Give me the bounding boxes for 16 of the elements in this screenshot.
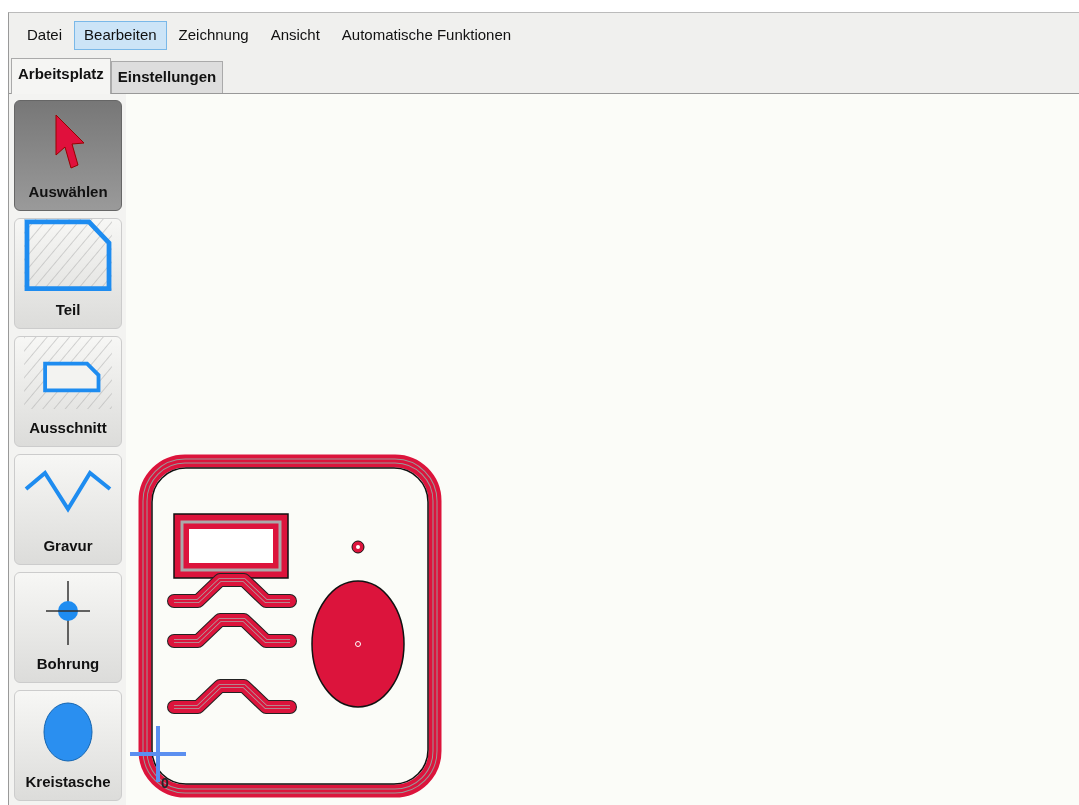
menu-item[interactable]: Datei (17, 21, 73, 50)
tab[interactable]: Einstellungen (110, 61, 224, 93)
menu-item[interactable]: Bearbeiten (74, 21, 167, 50)
menu-item[interactable]: Automatische Funktionen (331, 21, 522, 50)
tab[interactable]: Arbeitsplatz (11, 58, 111, 94)
menu-item[interactable]: Zeichnung (168, 21, 259, 50)
tool-button[interactable]: Kreistasche (14, 689, 122, 801)
tool-button[interactable]: Bohrung (14, 571, 122, 683)
part-outline-icon (22, 218, 114, 291)
crosshair-circle-icon (46, 581, 90, 645)
menu-item[interactable]: Ansicht (260, 21, 330, 50)
tool-button[interactable]: Gravur (14, 453, 122, 565)
tool-button[interactable]: Auswählen (14, 99, 122, 211)
tool-button[interactable]: Teil (14, 217, 122, 329)
tool-button[interactable]: Ausschnitt (14, 335, 122, 447)
circle-icon (42, 701, 94, 763)
